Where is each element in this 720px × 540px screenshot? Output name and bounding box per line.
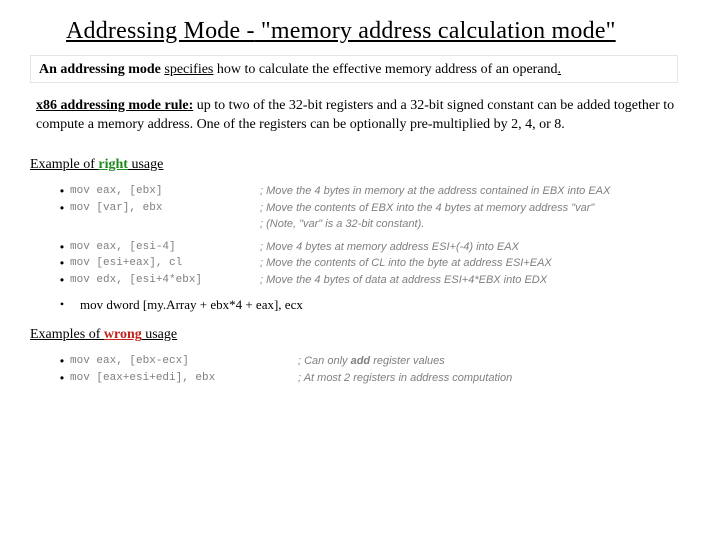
code-comment: ; Move the contents of EBX into the 4 by…: [260, 200, 692, 233]
rule-lead: x86 addressing mode rule:: [36, 98, 193, 113]
list-item: •mov eax, [ebx-ecx]; Can only add regist…: [54, 353, 692, 370]
wrong-h-p2: wrong: [104, 327, 142, 342]
list-item: •mov eax, [ebx]; Move the 4 bytes in mem…: [54, 183, 692, 200]
definition-box: An addressing mode specifies how to calc…: [30, 55, 678, 83]
code-comment: ; Move the 4 bytes in memory at the addr…: [260, 183, 692, 200]
list-item: •mov [esi+eax], cl; Move the contents of…: [54, 255, 692, 272]
def-period: .: [558, 62, 562, 77]
wrong-usage-header: Examples of wrong usage: [30, 327, 692, 343]
list-item: •mov [var], ebx; Move the contents of EB…: [54, 200, 692, 233]
code-snippet: mov [var], ebx: [70, 200, 260, 217]
code-snippet: mov [eax+esi+edi], ebx: [70, 370, 298, 387]
right-h-p2: right: [98, 157, 128, 172]
wrong-h-p3: usage: [142, 327, 177, 342]
right-examples: •mov eax, [ebx]; Move the 4 bytes in mem…: [54, 183, 692, 289]
title-part2: "memory address calculation mode": [255, 18, 616, 44]
list-item: •mov eax, [esi-4]; Move 4 bytes at memor…: [54, 239, 692, 256]
code-snippet: mov [esi+eax], cl: [70, 255, 260, 272]
code-comment: ; Move 4 bytes at memory address ESI+(-4…: [260, 239, 692, 256]
code-snippet: mov eax, [esi-4]: [70, 239, 260, 256]
wrong-examples: •mov eax, [ebx-ecx]; Can only add regist…: [54, 353, 692, 387]
code-snippet: mov eax, [ebx-ecx]: [70, 353, 298, 370]
def-verb: specifies: [164, 62, 213, 77]
list-item: •mov [eax+esi+edi], ebx; At most 2 regis…: [54, 370, 692, 387]
list-item: •mov edx, [esi+4*ebx]; Move the 4 bytes …: [54, 272, 692, 289]
code-comment: ; Can only add register values: [298, 353, 692, 370]
page-title: Addressing Mode - "memory address calcul…: [66, 18, 692, 45]
code-comment: ; Move the 4 bytes of data at address ES…: [260, 272, 692, 289]
extra-example-code: mov dword [my.Array + ebx*4 + eax], ecx: [70, 297, 303, 313]
code-snippet: mov eax, [ebx]: [70, 183, 260, 200]
right-usage-header: Example of right usage: [30, 157, 692, 173]
bullet-icon: •: [54, 183, 70, 200]
bullet-icon: •: [54, 200, 70, 217]
rule-paragraph: x86 addressing mode rule: up to two of t…: [36, 97, 692, 135]
code-snippet: mov edx, [esi+4*ebx]: [70, 272, 260, 289]
bullet-icon: •: [54, 353, 70, 370]
code-comment: ; Move the contents of CL into the byte …: [260, 255, 692, 272]
right-h-p1: Example of: [30, 157, 98, 172]
def-rest: how to calculate the effective memory ad…: [213, 62, 557, 77]
wrong-h-p1: Examples of: [30, 327, 104, 342]
bullet-icon: •: [54, 272, 70, 289]
bullet-icon: •: [54, 297, 70, 312]
extra-example: • mov dword [my.Array + ebx*4 + eax], ec…: [54, 297, 692, 313]
code-comment: ; At most 2 registers in address computa…: [298, 370, 692, 387]
def-lead: An addressing mode: [39, 62, 164, 77]
bullet-icon: •: [54, 255, 70, 272]
bullet-icon: •: [54, 370, 70, 387]
bullet-icon: •: [54, 239, 70, 256]
title-part1: Addressing Mode -: [66, 18, 255, 44]
right-h-p3: usage: [128, 157, 163, 172]
